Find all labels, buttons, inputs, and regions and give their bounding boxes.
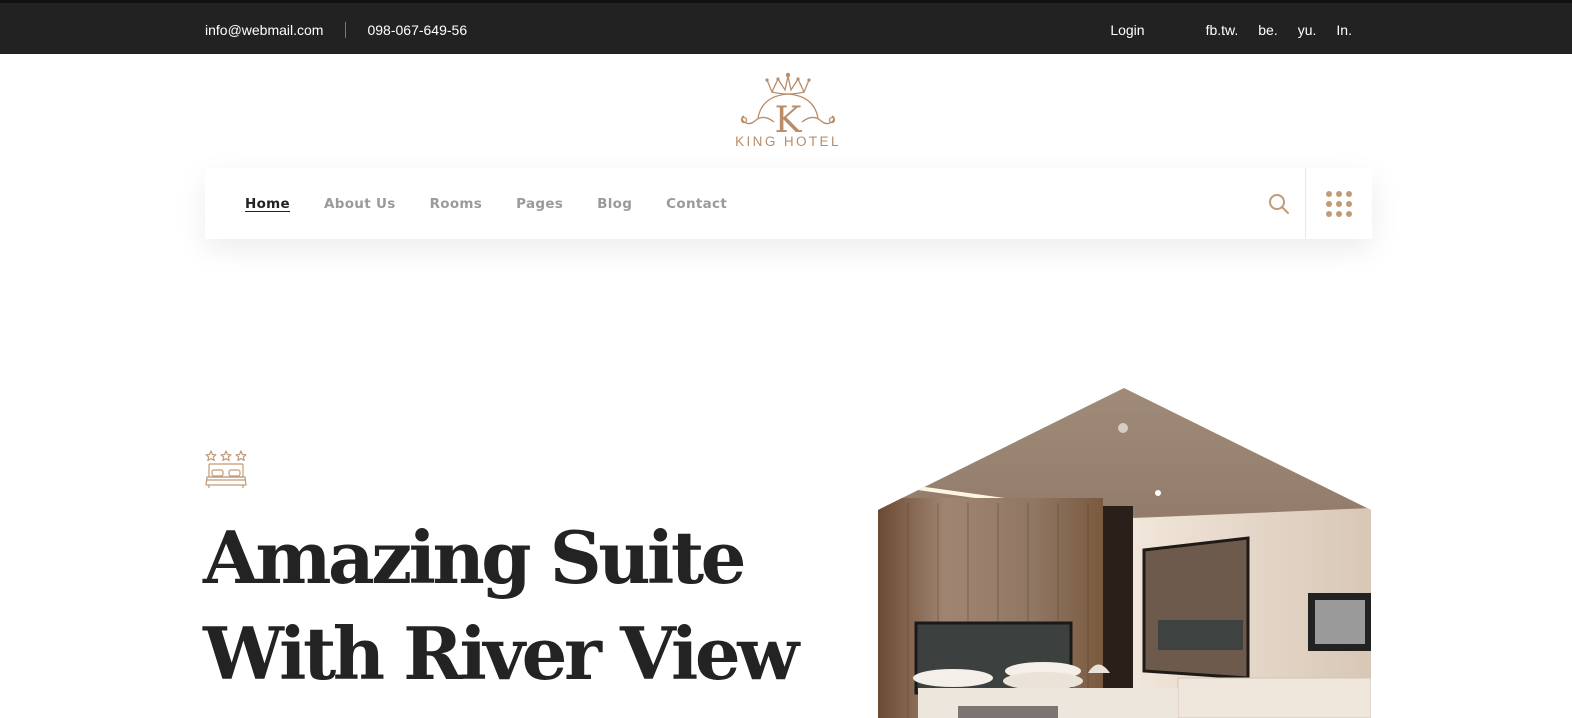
main-nav: Home About Us Rooms Pages Blog Contact [205, 168, 1372, 239]
social-link-yu[interactable]: yu. [1298, 22, 1317, 38]
logo-text: KING HOTEL [735, 134, 841, 149]
social-link-fb-tw[interactable]: fb.tw. [1206, 22, 1239, 38]
hero-room-image [878, 388, 1371, 718]
menu-grid-button[interactable] [1306, 168, 1372, 239]
three-star-bed-icon [205, 450, 247, 488]
nav-item-contact[interactable]: Contact [666, 196, 727, 212]
search-button[interactable] [1253, 168, 1305, 239]
nav-item-rooms[interactable]: Rooms [430, 196, 483, 212]
search-icon [1269, 193, 1289, 214]
nav-links: Home About Us Rooms Pages Blog Contact [245, 168, 761, 239]
hotel-bedroom-photo [878, 388, 1371, 718]
social-link-be[interactable]: be. [1258, 22, 1277, 38]
crown-logo-icon: K [740, 72, 836, 141]
login-link[interactable]: Login [1110, 22, 1144, 38]
top-bar: info@webmail.com 098-067-649-56 Login fb… [0, 0, 1572, 54]
social-link-in[interactable]: In. [1336, 22, 1352, 38]
contact-divider [345, 22, 347, 38]
hero-title-line-2: With River View [203, 611, 799, 696]
nav-item-home[interactable]: Home [245, 196, 290, 212]
email-link[interactable]: info@webmail.com [205, 22, 323, 38]
hero-title-line-1: Amazing Suite [203, 515, 746, 600]
nav-item-blog[interactable]: Blog [597, 196, 632, 212]
site-logo[interactable]: K KING HOTEL [734, 70, 842, 152]
nav-item-pages[interactable]: Pages [516, 196, 563, 212]
nav-item-about-us[interactable]: About Us [324, 196, 396, 212]
phone-link[interactable]: 098-067-649-56 [367, 22, 467, 38]
grid-dots-icon [1326, 190, 1352, 217]
hero-title: Amazing Suite With River View [203, 510, 823, 702]
top-bar-right: Login fb.tw. be. yu. In. [1110, 3, 1352, 57]
contact-info: info@webmail.com 098-067-649-56 [205, 3, 467, 57]
logo-letter: K [775, 100, 803, 134]
